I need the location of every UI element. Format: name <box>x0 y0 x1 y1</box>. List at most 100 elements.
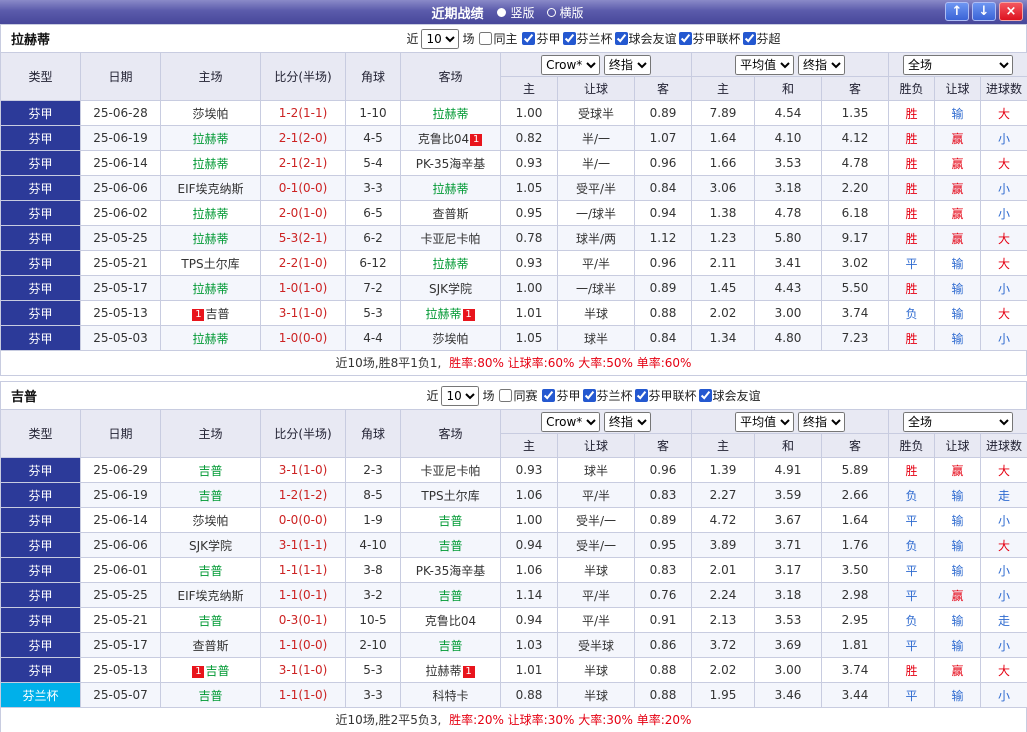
avg-type-select[interactable]: 终指 <box>797 54 845 75</box>
goals-result-cell: 走 <box>980 482 1027 508</box>
goals-result-cell: 小 <box>980 632 1027 658</box>
asian-away-odds-cell: 0.86 <box>633 632 693 658</box>
euro-draw-odds-cell: 3.00 <box>754 300 823 326</box>
asian-line-cell: 受半/一 <box>557 532 635 558</box>
match-row: 芬甲 25-06-19 拉赫蒂 2-1(2-0) 4-5 克鲁比04 1 0.82 半/一 1.0… <box>0 125 1027 151</box>
league-checkbox[interactable] <box>582 389 596 402</box>
league-checkbox[interactable] <box>698 389 712 402</box>
result-cell: 胜 <box>888 225 936 251</box>
euro-draw-odds-cell: 4.91 <box>754 457 823 483</box>
col-corner: 角球 <box>345 409 401 458</box>
euro-away-odds-cell: 3.50 <box>821 557 890 583</box>
league-filters: 芬甲 芬兰杯 芬甲联杯 球会友谊 <box>540 387 761 404</box>
radio-horizontal-layout[interactable]: 横版 <box>546 4 584 21</box>
match-row: 芬甲 25-06-14 莎埃帕 0-0(0-0) 1-9 吉普 1.00 受半/一 0.89 4.… <box>0 507 1027 533</box>
radio-vertical-layout[interactable]: 竖版 <box>497 4 535 21</box>
euro-draw-odds-cell: 3.18 <box>754 582 823 608</box>
scope-select[interactable]: 全场 <box>903 411 1014 432</box>
asian-line-cell: 受半球 <box>557 632 635 658</box>
away-team-cell: 拉赫蒂 <box>400 250 501 276</box>
date-cell: 25-05-25 <box>80 582 161 608</box>
league-checkbox[interactable] <box>562 32 576 45</box>
score-cell: 3-1(1-1) <box>260 532 346 558</box>
odds-type-select[interactable]: 终指 <box>603 54 651 75</box>
score-cell: 2-1(2-0) <box>260 125 346 151</box>
away-team-cell: 科特卡 <box>400 682 501 708</box>
result-cell: 负 <box>888 300 936 326</box>
league-checkbox[interactable] <box>522 32 536 45</box>
same-venue-checkbox[interactable] <box>499 389 513 402</box>
team-name: SJK学院 <box>428 281 473 296</box>
scroll-down-button[interactable]: ↓ <box>972 2 996 21</box>
league-checkbox[interactable] <box>614 32 628 45</box>
euro-away-odds-cell: 3.74 <box>821 300 890 326</box>
league-filter[interactable]: 芬甲 <box>522 30 561 47</box>
recent-count-select[interactable]: 10 <box>441 385 480 406</box>
asian-line-cell: 平/半 <box>557 482 635 508</box>
avg-source-select[interactable]: 平均值 <box>735 54 795 75</box>
league-cell: 芬甲 <box>0 657 81 683</box>
league-cell: 芬甲 <box>0 100 81 126</box>
section-header: 吉普 近 10 场 同赛 芬甲 芬兰杯 芬甲联杯 球会友谊 <box>0 381 1027 409</box>
euro-away-odds-cell: 2.98 <box>821 582 890 608</box>
away-team-cell: SJK学院 <box>400 275 501 301</box>
corner-cell: 1-10 <box>345 100 401 126</box>
odds-group-1: Crow* 终指 <box>499 409 693 434</box>
league-checkbox[interactable] <box>542 389 556 402</box>
avg-source-select[interactable]: 平均值 <box>735 411 795 432</box>
league-filter[interactable]: 球会友谊 <box>614 30 677 47</box>
score-cell: 3-1(1-0) <box>260 657 346 683</box>
score-cell: 1-2(1-1) <box>260 100 346 126</box>
euro-home-odds-cell: 2.24 <box>691 582 756 608</box>
league-filter[interactable]: 芬超 <box>742 30 781 47</box>
home-team-cell: 拉赫蒂 <box>160 325 261 351</box>
handicap-result-cell: 输 <box>934 607 982 633</box>
corner-cell: 2-10 <box>345 632 401 658</box>
col-home: 主场 <box>160 52 261 101</box>
league-checkbox[interactable] <box>678 32 692 45</box>
euro-home-odds-cell: 1.66 <box>691 150 756 176</box>
col-goals-result: 进球数 <box>980 433 1027 458</box>
close-button[interactable]: × <box>999 2 1023 21</box>
corner-cell: 5-3 <box>345 657 401 683</box>
goals-result-cell: 小 <box>980 125 1027 151</box>
col-euro-draw: 和 <box>754 76 823 101</box>
same-venue-filter[interactable]: 同赛 <box>499 387 537 404</box>
col-euro-draw: 和 <box>754 433 823 458</box>
euro-away-odds-cell: 2.20 <box>821 175 890 201</box>
recent-count-select[interactable]: 10 <box>421 28 460 49</box>
goals-result-cell: 大 <box>980 100 1027 126</box>
odds-source-select[interactable]: Crow* <box>541 411 601 432</box>
league-checkbox[interactable] <box>742 32 756 45</box>
team-name: 吉普 <box>438 638 463 653</box>
away-team-cell: 拉赫蒂 1 <box>400 657 501 683</box>
euro-draw-odds-cell: 3.46 <box>754 682 823 708</box>
odds-type-select[interactable]: 终指 <box>603 411 651 432</box>
euro-home-odds-cell: 2.02 <box>691 657 756 683</box>
away-team-cell: 吉普 <box>400 582 501 608</box>
league-filter[interactable]: 芬甲 <box>542 387 581 404</box>
match-row: 芬甲 25-06-06 EIF埃克纳斯 0-1(0-0) 3-3 拉赫蒂 1.05 受平/半 0… <box>0 175 1027 201</box>
same-venue-checkbox[interactable] <box>479 32 493 45</box>
euro-away-odds-cell: 9.17 <box>821 225 890 251</box>
home-team-cell: 拉赫蒂 <box>160 275 261 301</box>
avg-type-select[interactable]: 终指 <box>797 411 845 432</box>
home-team-cell: 拉赫蒂 <box>160 200 261 226</box>
corner-cell: 10-5 <box>345 607 401 633</box>
odds-source-select[interactable]: Crow* <box>541 54 601 75</box>
league-filter[interactable]: 芬兰杯 <box>562 30 613 47</box>
col-euro-away: 客 <box>821 433 890 458</box>
scope-select[interactable]: 全场 <box>903 54 1014 75</box>
league-filter[interactable]: 芬兰杯 <box>582 387 633 404</box>
euro-away-odds-cell: 1.76 <box>821 532 890 558</box>
league-filter[interactable]: 芬甲联杯 <box>634 387 697 404</box>
scroll-up-button[interactable]: ↑ <box>945 2 969 21</box>
league-filter[interactable]: 球会友谊 <box>698 387 761 404</box>
league-cell: 芬甲 <box>0 607 81 633</box>
date-cell: 25-05-03 <box>80 325 161 351</box>
match-row: 芬甲 25-05-25 EIF埃克纳斯 1-1(0-1) 3-2 吉普 1.14 平/半 0.7… <box>0 582 1027 608</box>
league-checkbox[interactable] <box>634 389 648 402</box>
league-filter[interactable]: 芬甲联杯 <box>678 30 741 47</box>
same-venue-filter[interactable]: 同主 <box>479 30 517 47</box>
corner-cell: 6-2 <box>345 225 401 251</box>
